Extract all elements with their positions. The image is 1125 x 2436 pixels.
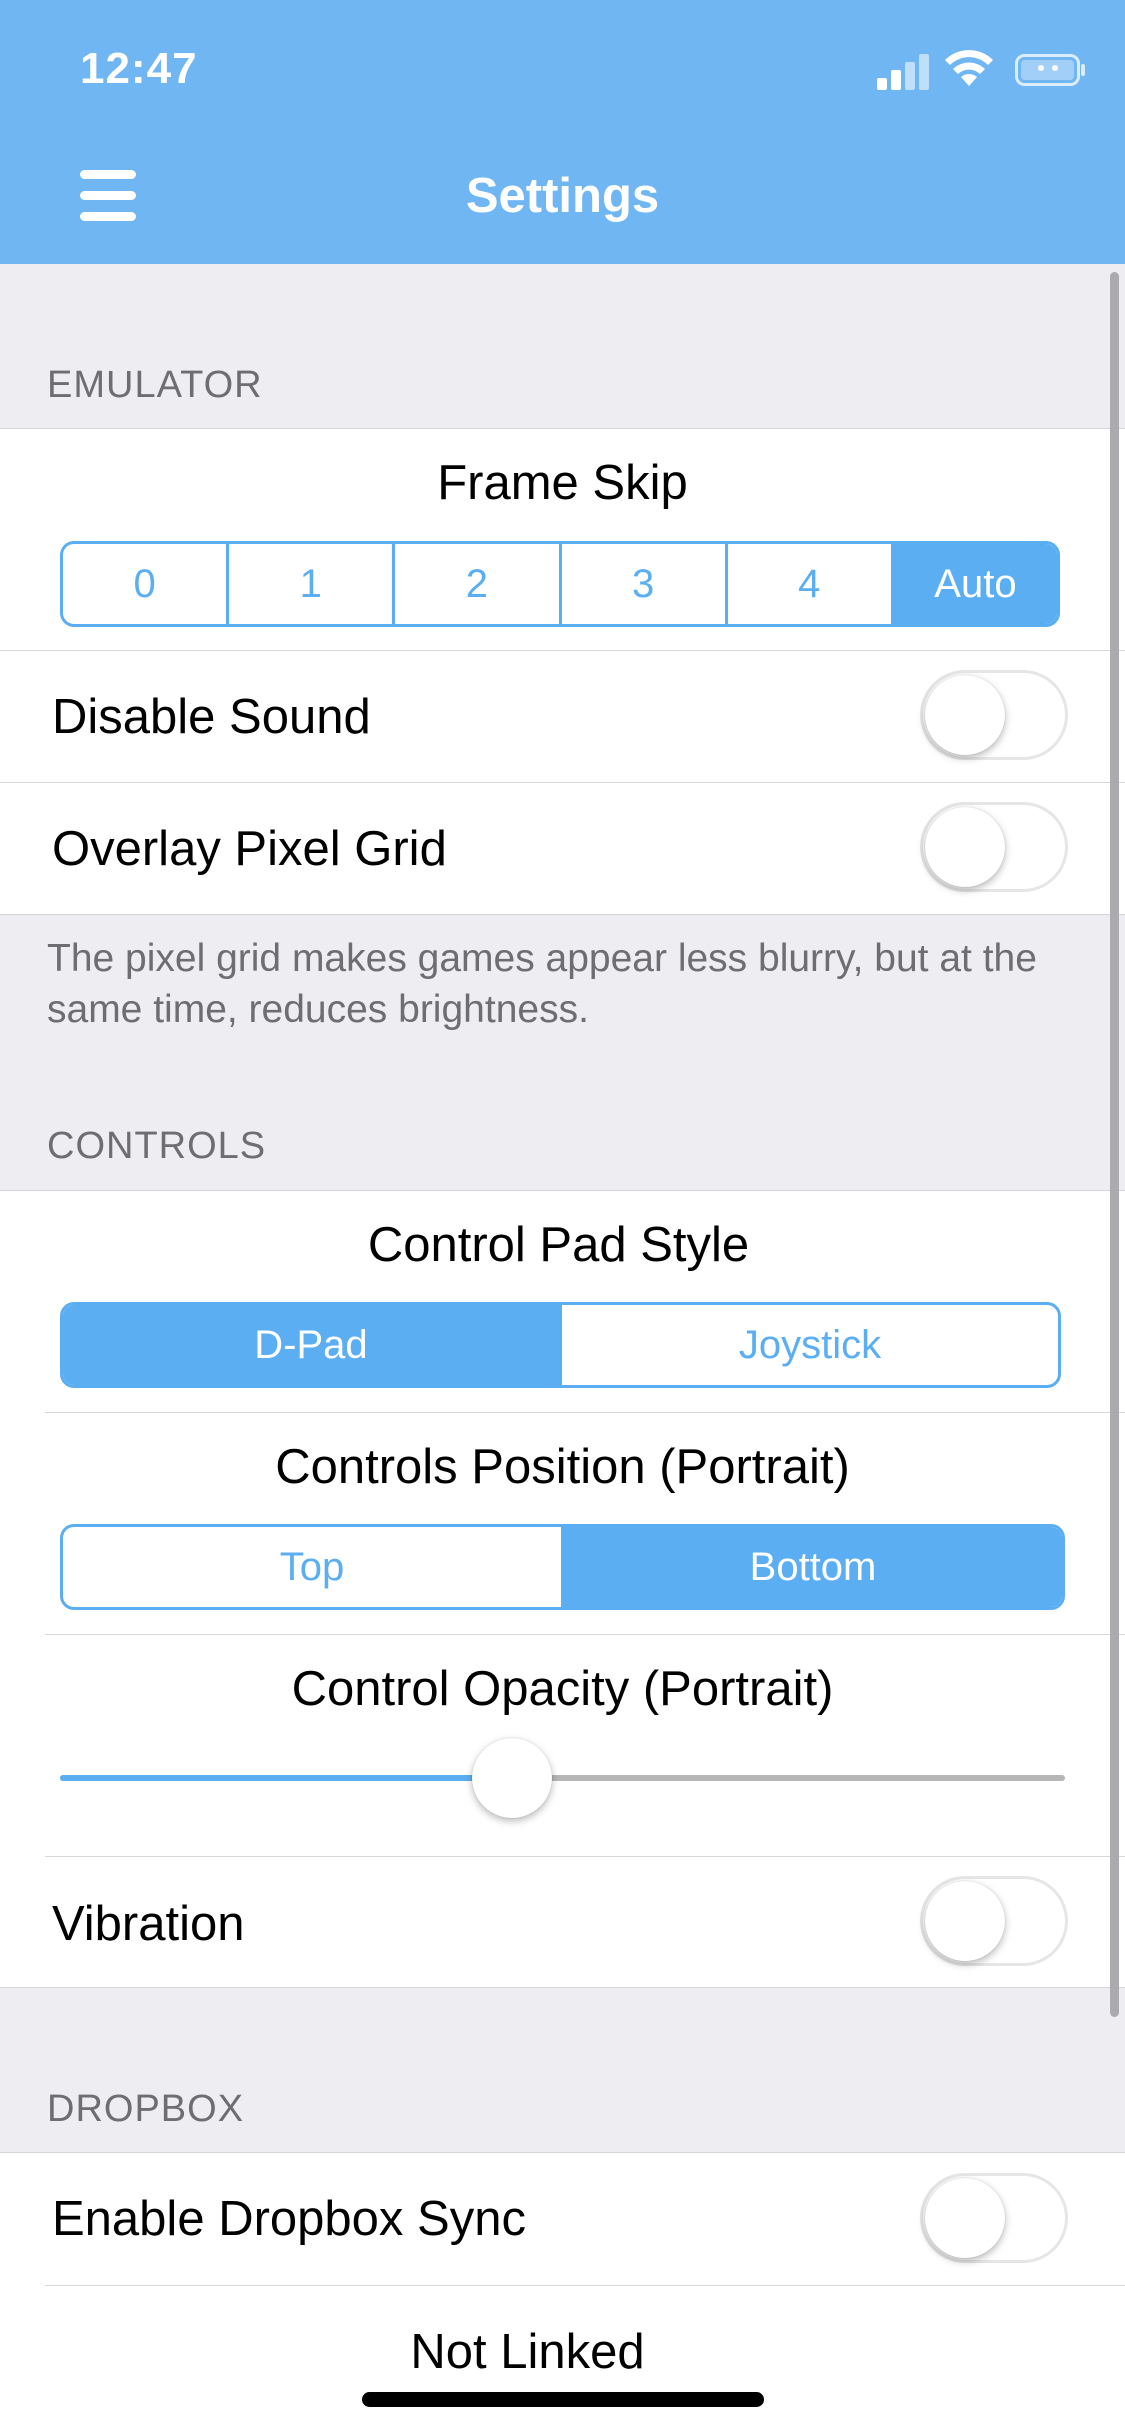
disable-sound-toggle[interactable] (920, 670, 1068, 760)
status-time: 12:47 (80, 44, 198, 93)
scrollbar[interactable] (1110, 272, 1119, 2017)
control-pad-style-label: Control Pad Style (367, 1218, 750, 1272)
home-indicator[interactable] (362, 2392, 764, 2407)
vibration-label: Vibration (52, 1897, 245, 1951)
dropbox-link-status: Not Linked (410, 2325, 645, 2379)
toggle-knob (925, 1881, 1005, 1961)
enable-dropbox-sync-label: Enable Dropbox Sync (52, 2192, 526, 2246)
emulator-footer-note: The pixel grid makes games appear less b… (47, 937, 1037, 1031)
status-icons (877, 50, 1087, 90)
section-header-controls: CONTROLS (47, 1125, 267, 1167)
frame-skip-row: Frame Skip 0 1 2 3 4 Auto (0, 429, 1125, 650)
nav-bar: 12:47 Settings (0, 0, 1125, 264)
emulator-group: Frame Skip 0 1 2 3 4 Auto Disable Sound … (0, 428, 1125, 915)
control-opacity-slider-fill (60, 1775, 513, 1781)
controls-position-label: Controls Position (Portrait) (275, 1440, 850, 1494)
frame-skip-label: Frame Skip (437, 456, 688, 510)
control-opacity-slider-thumb[interactable] (472, 1738, 553, 1818)
cellular-signal-icon (877, 50, 933, 90)
vibration-row: Vibration (45, 1856, 1125, 1989)
vibration-toggle[interactable] (920, 1876, 1068, 1966)
frame-skip-option-3[interactable]: 3 (558, 544, 725, 624)
controls-position-option-bottom[interactable]: Bottom (561, 1527, 1062, 1607)
overlay-pixel-grid-label: Overlay Pixel Grid (52, 822, 447, 876)
frame-skip-option-4[interactable]: 4 (724, 544, 891, 624)
frame-skip-option-1[interactable]: 1 (226, 544, 392, 624)
frame-skip-option-2[interactable]: 2 (392, 544, 558, 624)
controls-position-row: Controls Position (Portrait) Top Bottom (45, 1412, 1125, 1634)
overlay-pixel-grid-toggle[interactable] (920, 802, 1068, 892)
overlay-pixel-grid-row: Overlay Pixel Grid (0, 782, 1125, 914)
enable-dropbox-sync-row: Enable Dropbox Sync (0, 2153, 1125, 2285)
section-header-emulator: EMULATOR (47, 364, 263, 406)
disable-sound-label: Disable Sound (52, 690, 371, 744)
controls-group: Control Pad Style D-Pad Joystick Control… (0, 1190, 1125, 1988)
control-opacity-row: Control Opacity (Portrait) (45, 1634, 1125, 1856)
control-opacity-slider-track[interactable] (60, 1738, 1065, 1818)
control-pad-option-dpad[interactable]: D-Pad (63, 1305, 559, 1385)
toggle-knob (925, 807, 1005, 887)
control-pad-style-row: Control Pad Style D-Pad Joystick (0, 1191, 1125, 1412)
frame-skip-option-0[interactable]: 0 (63, 544, 226, 624)
page-title: Settings (465, 169, 660, 223)
enable-dropbox-sync-toggle[interactable] (920, 2173, 1068, 2263)
control-opacity-label: Control Opacity (Portrait) (291, 1662, 834, 1716)
battery-icon (1015, 54, 1085, 86)
toggle-knob (925, 675, 1005, 755)
wifi-icon (945, 50, 993, 86)
frame-skip-option-auto[interactable]: Auto (890, 544, 1057, 624)
frame-skip-segmented-control[interactable]: 0 1 2 3 4 Auto (60, 541, 1060, 627)
control-pad-option-joystick[interactable]: Joystick (559, 1305, 1058, 1385)
controls-position-segmented-control[interactable]: Top Bottom (60, 1524, 1065, 1610)
disable-sound-row: Disable Sound (0, 650, 1125, 782)
control-pad-style-segmented-control[interactable]: D-Pad Joystick (60, 1302, 1061, 1388)
controls-position-option-top[interactable]: Top (63, 1527, 561, 1607)
section-header-dropbox: DROPBOX (47, 2088, 245, 2130)
toggle-knob (925, 2178, 1005, 2258)
